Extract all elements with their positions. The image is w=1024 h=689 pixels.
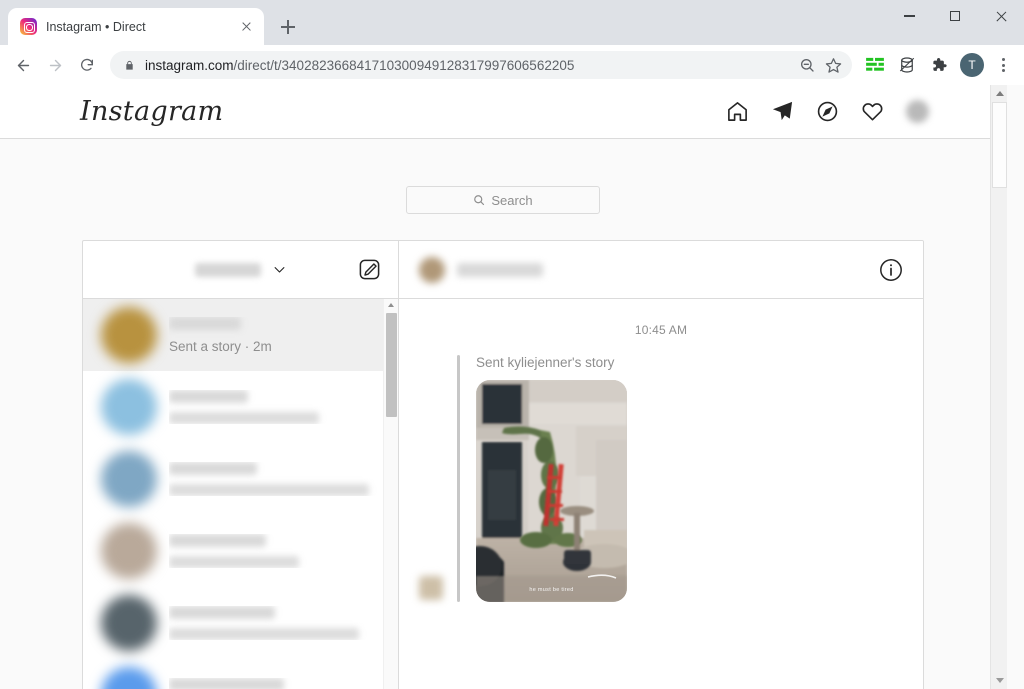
direct-paperplane-icon[interactable] — [771, 100, 794, 123]
conversation-list-header — [83, 241, 398, 299]
url-path: /direct/t/340282366841710300949128317997… — [233, 57, 575, 73]
search-placeholder: Search — [491, 192, 533, 208]
home-icon[interactable] — [726, 100, 749, 123]
chrome-menu-icon[interactable] — [990, 52, 1016, 78]
story-message-row: Sent kyliejenner's story he must be tire… — [419, 355, 903, 602]
conversation-list[interactable]: Sent a story · 2m — [83, 299, 398, 689]
conversation-avatar — [101, 595, 157, 651]
conversation-body — [169, 606, 378, 640]
message-timestamp: 10:45 AM — [634, 323, 688, 337]
conversation-username-redacted — [169, 678, 284, 689]
conversation-scrollbar[interactable] — [383, 299, 398, 689]
conversation-avatar — [101, 667, 157, 689]
window-controls — [886, 0, 1024, 32]
conversation-body — [169, 390, 378, 424]
zoom-out-icon[interactable] — [794, 52, 820, 78]
story-message[interactable]: Sent kyliejenner's story he must be tire… — [457, 355, 627, 602]
message-list: 10:45 AM Sent kyliejenner's story he mus… — [399, 299, 923, 689]
conversation-item[interactable] — [83, 587, 398, 659]
conversation-preview-redacted — [169, 484, 369, 496]
conversation-avatar — [101, 451, 157, 507]
conversation-preview: Sent a story · 2m — [169, 338, 272, 354]
bookmark-star-icon[interactable] — [820, 52, 846, 78]
thread-avatar-redacted[interactable] — [419, 256, 445, 283]
conversation-preview-redacted — [169, 556, 299, 568]
conversation-avatar — [101, 379, 157, 435]
compose-new-message-icon[interactable] — [357, 258, 381, 282]
conversation-username-redacted — [169, 316, 241, 330]
green-grid-extension-icon[interactable] — [862, 52, 888, 78]
sql-extension-icon[interactable] — [894, 52, 920, 78]
puzzle-extensions-icon[interactable] — [926, 52, 952, 78]
url-domain: instagram.com — [145, 57, 234, 73]
instagram-navbar: Instagram — [0, 85, 1007, 139]
new-tab-button[interactable] — [274, 13, 302, 41]
page-scrollbar[interactable] — [990, 85, 1007, 689]
back-button[interactable] — [8, 50, 38, 80]
conversation-body: Sent a story · 2m — [169, 316, 378, 354]
story-overlay-caption: he must be tired — [529, 587, 574, 593]
profile-avatar[interactable] — [906, 100, 929, 123]
instagram-page: Instagram Search Sent a story · 2m 10:45… — [0, 85, 1007, 689]
conversation-item[interactable]: Sent a story · 2m — [83, 299, 398, 371]
tab-title: Instagram • Direct — [46, 19, 146, 34]
search-input[interactable]: Search — [406, 186, 600, 214]
forward-button[interactable] — [40, 50, 70, 80]
search-icon — [474, 195, 485, 206]
conversation-username-redacted — [169, 390, 248, 403]
conversation-username-redacted — [169, 534, 266, 547]
browser-toolbar: instagram.com/direct/t/34028236684171030… — [0, 45, 1024, 85]
conversation-avatar — [101, 307, 157, 363]
conversation-username-redacted — [169, 606, 275, 619]
instagram-favicon — [20, 18, 37, 35]
conversation-item[interactable] — [83, 659, 398, 689]
instagram-logo[interactable]: Instagram — [80, 96, 223, 127]
conversation-body — [169, 534, 378, 568]
conversation-list-pane: Sent a story · 2m — [83, 241, 399, 689]
conversation-body — [169, 462, 378, 496]
maximize-button[interactable] — [932, 0, 978, 32]
account-switcher[interactable] — [83, 262, 398, 277]
direct-messages-card: Sent a story · 2m 10:45 AM Sent kyliejen… — [82, 240, 924, 689]
message-sender-avatar — [419, 576, 443, 600]
story-caption: Sent kyliejenner's story — [476, 355, 615, 370]
address-bar[interactable]: instagram.com/direct/t/34028236684171030… — [110, 51, 852, 79]
story-thumbnail[interactable]: he must be tired — [476, 380, 627, 602]
reload-button[interactable] — [72, 50, 102, 80]
story-accent-bar — [457, 355, 460, 602]
page-viewport: Instagram Search Sent a story · 2m 10:45… — [0, 85, 1024, 689]
scroll-up-arrow[interactable] — [388, 303, 394, 307]
page-scroll-up[interactable] — [996, 91, 1004, 96]
conversation-item[interactable] — [83, 515, 398, 587]
info-circle-icon[interactable] — [879, 258, 903, 282]
browser-tab[interactable]: Instagram • Direct — [8, 8, 264, 45]
explore-compass-icon[interactable] — [816, 100, 839, 123]
browser-window: Instagram • Direct instagram.com/direct/… — [0, 0, 1024, 689]
chrome-profile-avatar[interactable]: T — [960, 53, 984, 77]
conversation-username-redacted — [169, 462, 257, 475]
scroll-thumb[interactable] — [386, 313, 397, 417]
url-text: instagram.com/direct/t/34028236684171030… — [145, 58, 794, 73]
conversation-item[interactable] — [83, 371, 398, 443]
page-scroll-down[interactable] — [996, 678, 1004, 683]
close-window-button[interactable] — [978, 0, 1024, 32]
instagram-nav-icons — [726, 100, 929, 123]
conversation-preview-redacted — [169, 412, 319, 424]
chevron-down-icon — [274, 267, 284, 273]
tab-close-icon[interactable] — [238, 19, 254, 35]
browser-titlebar: Instagram • Direct — [0, 0, 1024, 45]
thread-username-redacted[interactable] — [457, 262, 543, 277]
lock-icon — [126, 60, 133, 70]
page-scroll-thumb[interactable] — [992, 102, 1007, 188]
conversation-preview-redacted — [169, 628, 359, 640]
conversation-item[interactable] — [83, 443, 398, 515]
conversation-body — [169, 678, 378, 689]
minimize-button[interactable] — [886, 0, 932, 32]
story-image — [476, 380, 627, 602]
heart-activity-icon[interactable] — [861, 100, 884, 123]
current-username-redacted — [194, 262, 261, 277]
thread-header — [399, 241, 923, 299]
conversation-avatar — [101, 523, 157, 579]
message-thread-pane: 10:45 AM Sent kyliejenner's story he mus… — [399, 241, 923, 689]
